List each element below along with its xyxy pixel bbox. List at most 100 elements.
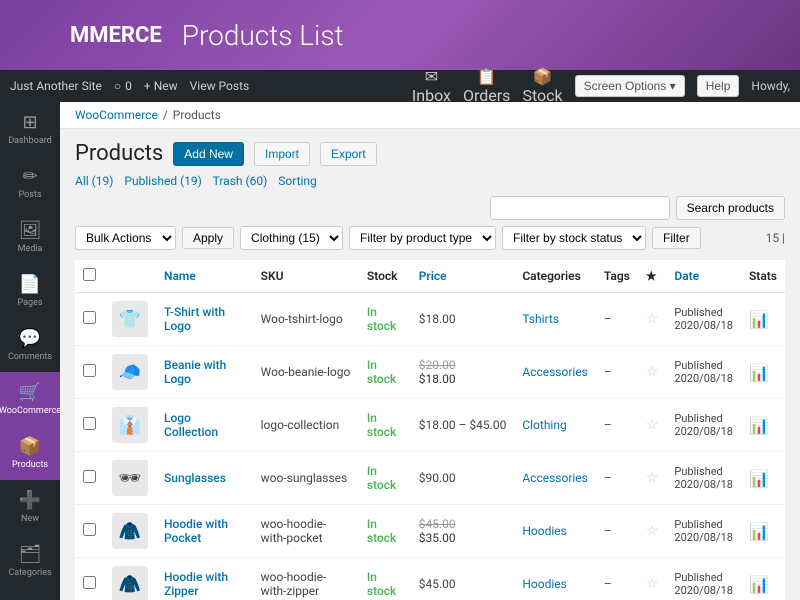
site-name[interactable]: Just Another Site [10,79,102,93]
apply-button[interactable]: Apply [182,227,234,249]
product-categories-cell[interactable]: Accessories [514,452,596,505]
product-name-cell[interactable]: T-Shirt with Logo [156,293,253,346]
row-checkbox[interactable] [83,470,96,483]
row-checkbox[interactable] [83,364,96,377]
sidebar-item-comments[interactable]: 💬 Comments [0,318,60,372]
export-button[interactable]: Export [320,142,377,166]
view-posts-link[interactable]: View Posts [190,79,250,93]
product-featured-cell[interactable]: ☆ [638,293,667,346]
product-name-link[interactable]: Sunglasses [164,471,226,485]
stats-bar-icon[interactable]: 📊 [749,522,769,541]
product-featured-cell[interactable]: ☆ [638,346,667,399]
name-sort-link[interactable]: Name [164,269,196,283]
date-sort-link[interactable]: Date [674,269,699,283]
notification-count[interactable]: ○ 0 [114,79,132,93]
sidebar-item-media[interactable]: 🖼 Media [0,210,60,264]
product-name-link[interactable]: T-Shirt with Logo [164,305,225,333]
orders-icon-group[interactable]: 📋 Orders [463,67,510,105]
product-name-link[interactable]: Beanie with Logo [164,358,226,386]
price-header[interactable]: Price [411,260,515,293]
price-sort-link[interactable]: Price [419,269,447,283]
date-header[interactable]: Date [666,260,741,293]
product-stats-cell[interactable]: 📊 [741,558,785,600]
screen-options-button[interactable]: Screen Options ▾ [575,75,685,97]
stats-bar-icon[interactable]: 📊 [749,416,769,435]
product-name-cell[interactable]: Sunglasses [156,452,253,505]
row-checkbox-cell[interactable] [75,346,104,399]
featured-star-icon[interactable]: ☆ [646,470,659,486]
category-link[interactable]: Clothing [522,418,566,432]
sidebar-item-woocommerce[interactable]: 🛒 WooCommerce [0,372,60,426]
new-link[interactable]: + New [144,79,178,93]
product-featured-cell[interactable]: ☆ [638,505,667,558]
search-input[interactable] [490,196,670,220]
product-categories-cell[interactable]: Hoodies [514,505,596,558]
product-categories-cell[interactable]: Clothing [514,399,596,452]
stats-bar-icon[interactable]: 📊 [749,469,769,488]
product-name-link[interactable]: Logo Collection [164,411,218,439]
filter-sorting[interactable]: Sorting [278,174,317,188]
featured-star-icon[interactable]: ☆ [646,364,659,380]
category-link[interactable]: Accessories [522,471,588,485]
category-link[interactable]: Hoodies [522,524,567,538]
sidebar-item-options[interactable]: ⚙ Options [0,588,60,600]
filter-button[interactable]: Filter [652,227,701,249]
select-all-header[interactable] [75,260,104,293]
row-checkbox[interactable] [83,311,96,324]
product-featured-cell[interactable]: ☆ [638,399,667,452]
row-checkbox-cell[interactable] [75,452,104,505]
row-checkbox[interactable] [83,523,96,536]
sidebar-item-products[interactable]: 📦 Products [0,426,60,480]
product-name-cell[interactable]: Beanie with Logo [156,346,253,399]
add-new-button[interactable]: Add New [173,142,244,166]
featured-star-icon[interactable]: ☆ [646,523,659,539]
filter-trash[interactable]: Trash (60) [213,174,268,188]
product-name-cell[interactable]: Hoodie with Zipper [156,558,253,600]
stats-bar-icon[interactable]: 📊 [749,363,769,382]
product-name-cell[interactable]: Logo Collection [156,399,253,452]
product-stats-cell[interactable]: 📊 [741,505,785,558]
sidebar-item-pages[interactable]: 📄 Pages [0,264,60,318]
row-checkbox-cell[interactable] [75,399,104,452]
category-link[interactable]: Accessories [522,365,588,379]
select-all-checkbox[interactable] [83,268,96,281]
row-checkbox-cell[interactable] [75,558,104,600]
sidebar-item-categories[interactable]: 🗂 Categories [0,534,60,588]
product-stats-cell[interactable]: 📊 [741,293,785,346]
breadcrumb-woocommerce[interactable]: WooCommerce [75,108,158,122]
product-stats-cell[interactable]: 📊 [741,346,785,399]
stock-status-select[interactable]: Filter by stock status [502,226,646,250]
featured-star-icon[interactable]: ☆ [646,311,659,327]
product-name-link[interactable]: Hoodie with Zipper [164,570,228,598]
stock-icon-group[interactable]: 📦 Stock [522,67,562,105]
help-button[interactable]: Help [697,75,740,97]
product-type-select[interactable]: Filter by product type [349,226,496,250]
product-name-link[interactable]: Hoodie with Pocket [164,517,228,545]
category-link[interactable]: Hoodies [522,577,567,591]
product-featured-cell[interactable]: ☆ [638,452,667,505]
search-products-button[interactable]: Search products [676,196,785,220]
bulk-actions-select[interactable]: Bulk Actions [75,226,176,250]
row-checkbox[interactable] [83,576,96,589]
row-checkbox-cell[interactable] [75,505,104,558]
category-filter-select[interactable]: Clothing (15) [240,226,343,250]
product-stats-cell[interactable]: 📊 [741,399,785,452]
product-categories-cell[interactable]: Accessories [514,346,596,399]
product-featured-cell[interactable]: ☆ [638,558,667,600]
row-checkbox[interactable] [83,417,96,430]
featured-star-icon[interactable]: ☆ [646,576,659,592]
sidebar-item-posts[interactable]: ✏ Posts [0,156,60,210]
filter-all[interactable]: All (19) [75,174,113,188]
featured-star-icon[interactable]: ☆ [646,417,659,433]
product-name-cell[interactable]: Hoodie with Pocket [156,505,253,558]
category-link[interactable]: Tshirts [522,312,559,326]
inbox-icon-group[interactable]: ✉ Inbox [412,67,451,105]
product-categories-cell[interactable]: Tshirts [514,293,596,346]
product-categories-cell[interactable]: Hoodies [514,558,596,600]
name-header[interactable]: Name [156,260,253,293]
product-stats-cell[interactable]: 📊 [741,452,785,505]
stats-bar-icon[interactable]: 📊 [749,310,769,329]
sidebar-item-dashboard[interactable]: ⊞ Dashboard [0,102,60,156]
filter-published[interactable]: Published (19) [124,174,201,188]
stats-bar-icon[interactable]: 📊 [749,575,769,594]
